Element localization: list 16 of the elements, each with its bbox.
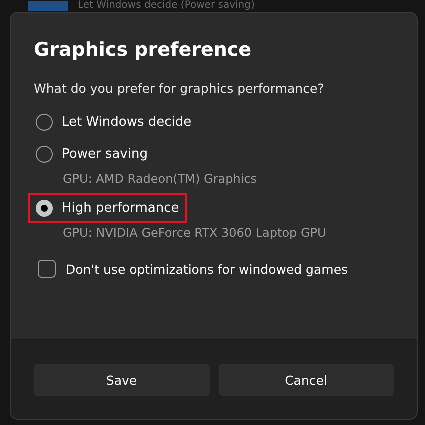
checkbox[interactable] <box>38 260 56 278</box>
option-label[interactable]: High performance <box>62 200 180 216</box>
dialog-title: Graphics preference <box>34 39 253 61</box>
radio-button[interactable] <box>36 114 53 130</box>
radio-button[interactable] <box>36 146 53 162</box>
radio-button[interactable] <box>36 200 53 216</box>
question-text: What do you prefer for graphics performance? <box>34 81 326 96</box>
checkbox-label[interactable]: Don't use optimizations for windowed games <box>66 262 348 276</box>
background-text: Let Windows decide (Power saving) <box>78 0 255 12</box>
gpu-text: GPU: AMD Radeon(TM) Graphics <box>62 171 258 188</box>
option-label[interactable]: Let Windows decide <box>62 114 192 130</box>
save-button[interactable]: Save <box>34 364 210 396</box>
cancel-button[interactable]: Cancel <box>218 364 394 396</box>
option-label[interactable]: Power saving <box>62 146 148 162</box>
gpu-text: GPU: NVIDIA GeForce RTX 3060 Laptop GPU <box>62 225 328 242</box>
app-icon <box>28 1 68 11</box>
